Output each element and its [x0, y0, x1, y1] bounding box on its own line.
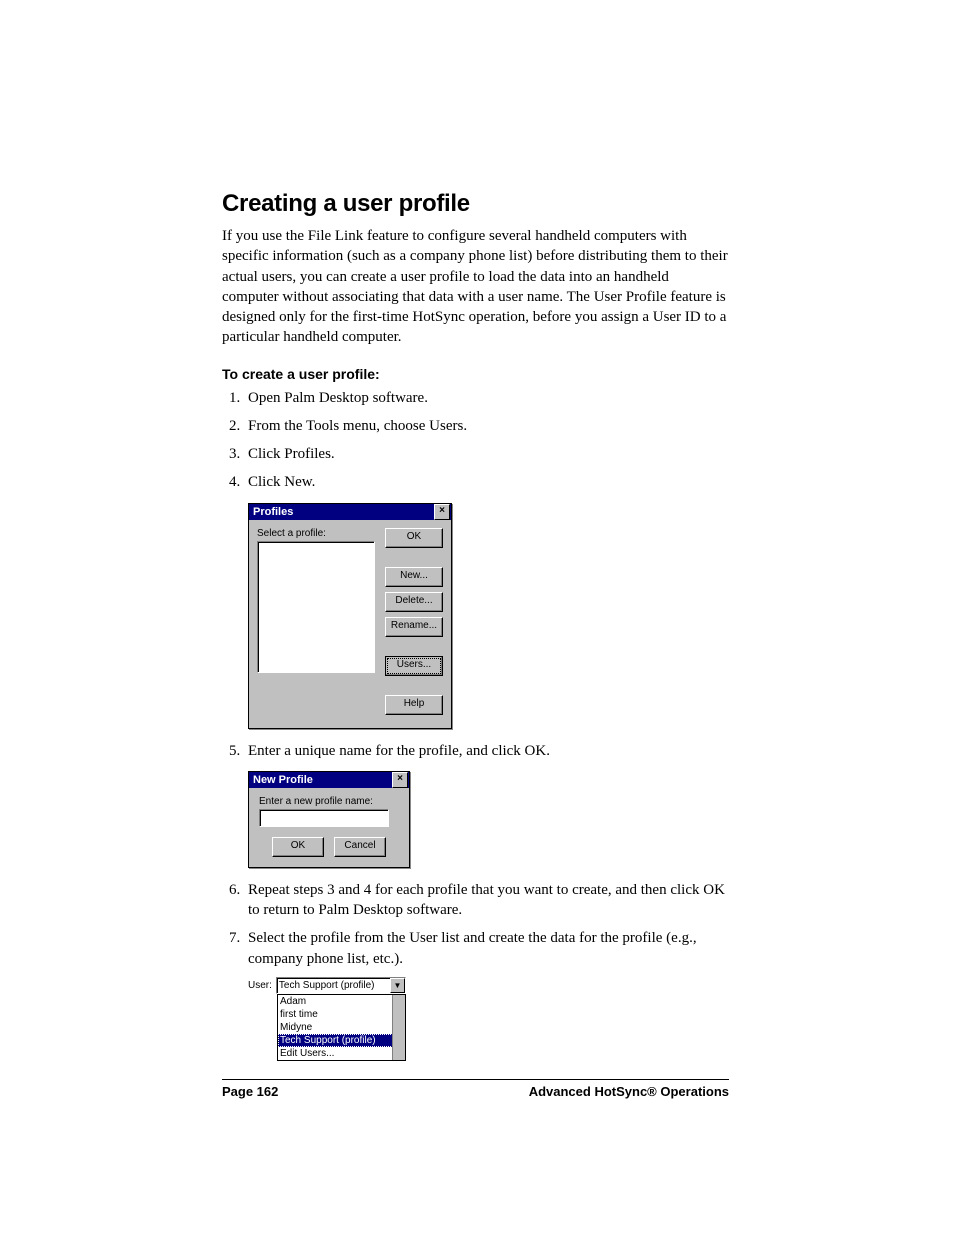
user-dropdown-list[interactable]: Adam first time Midyne Tech Support (pro…	[277, 994, 406, 1061]
cancel-button[interactable]: Cancel	[334, 837, 386, 857]
user-option-first-time[interactable]: first time	[278, 1008, 405, 1021]
page-footer: Page 162 Advanced HotSync® Operations	[222, 1079, 729, 1099]
step-7: Select the profile from the User list an…	[244, 928, 729, 969]
procedure-steps: Open Palm Desktop software. From the Too…	[222, 388, 729, 493]
chevron-down-icon[interactable]: ▼	[390, 978, 405, 993]
user-option-midyne[interactable]: Midyne	[278, 1021, 405, 1034]
new-profile-titlebar[interactable]: New Profile ×	[249, 772, 409, 788]
close-icon[interactable]: ×	[392, 772, 408, 788]
ok-button[interactable]: OK	[272, 837, 324, 857]
step-6: Repeat steps 3 and 4 for each profile th…	[244, 880, 729, 921]
step-5: Enter a unique name for the profile, and…	[244, 741, 729, 761]
new-profile-label: Enter a new profile name:	[259, 796, 399, 807]
new-profile-title: New Profile	[253, 774, 313, 786]
user-selected-value: Tech Support (profile)	[279, 980, 375, 991]
user-label: User:	[248, 980, 272, 991]
procedure-subhead: To create a user profile:	[222, 366, 729, 382]
user-selector: User: Tech Support (profile) ▼ Adam firs…	[248, 977, 406, 1061]
user-option-tech-support[interactable]: Tech Support (profile)	[278, 1034, 405, 1047]
page-number: Page 162	[222, 1084, 278, 1099]
user-option-edit-users[interactable]: Edit Users...	[278, 1047, 405, 1060]
step-3: Click Profiles.	[244, 444, 729, 464]
rename-button[interactable]: Rename...	[385, 617, 443, 637]
intro-paragraph: If you use the File Link feature to conf…	[222, 226, 729, 348]
step-4: Click New.	[244, 472, 729, 492]
user-combobox[interactable]: Tech Support (profile) ▼	[276, 977, 406, 994]
help-button[interactable]: Help	[385, 695, 443, 715]
close-icon[interactable]: ×	[434, 504, 450, 520]
user-option-adam[interactable]: Adam	[278, 995, 405, 1008]
scrollbar[interactable]	[392, 995, 405, 1060]
procedure-steps-continued-2: Repeat steps 3 and 4 for each profile th…	[222, 880, 729, 969]
profile-name-input[interactable]	[259, 809, 389, 827]
profiles-title: Profiles	[253, 506, 293, 518]
ok-button[interactable]: OK	[385, 528, 443, 548]
select-profile-label: Select a profile:	[257, 528, 375, 539]
new-profile-dialog: New Profile × Enter a new profile name: …	[248, 771, 410, 868]
section-title: Advanced HotSync® Operations	[529, 1084, 729, 1099]
step-2: From the Tools menu, choose Users.	[244, 416, 729, 436]
procedure-steps-continued: Enter a unique name for the profile, and…	[222, 741, 729, 761]
page-heading: Creating a user profile	[222, 190, 729, 218]
users-button[interactable]: Users...	[385, 656, 443, 676]
profiles-titlebar[interactable]: Profiles ×	[249, 504, 451, 520]
delete-button[interactable]: Delete...	[385, 592, 443, 612]
profile-listbox[interactable]	[257, 541, 375, 673]
new-button[interactable]: New...	[385, 567, 443, 587]
step-1: Open Palm Desktop software.	[244, 388, 729, 408]
profiles-dialog: Profiles × Select a profile: OK New... D…	[248, 503, 452, 729]
